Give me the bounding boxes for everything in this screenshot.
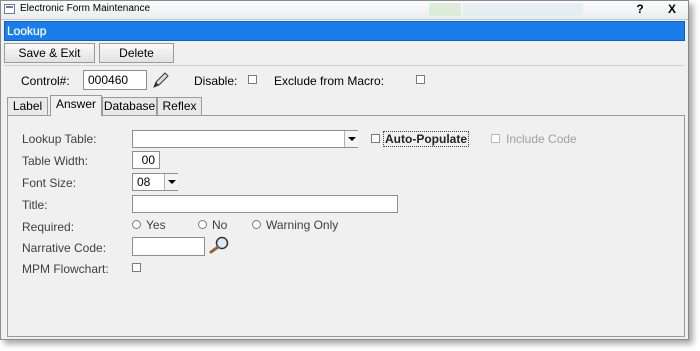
table-width-field[interactable]: 00 [132,151,160,169]
narrative-code-field[interactable] [132,237,205,256]
required-warning-radio[interactable] [252,220,261,229]
font-size-label: Font Size: [22,176,77,190]
table-width-label: Table Width: [22,154,89,168]
lookup-table-label: Lookup Table: [22,132,97,146]
chevron-down-icon [344,131,358,147]
required-label: Required: [22,220,75,234]
required-no-label: No [212,218,228,232]
mpm-flowchart-label: MPM Flowchart: [22,262,109,276]
exclude-from-macro-checkbox[interactable] [416,75,425,84]
app-icon [4,4,15,14]
tab-label[interactable]: Label [7,97,48,115]
auto-populate-checkbox[interactable] [371,134,380,143]
form-window: Electronic Form Maintenance ? X Lookup S… [0,0,689,340]
banner-text: Lookup [7,24,47,38]
answer-tab-panel [7,115,685,337]
mpm-flowchart-checkbox[interactable] [132,263,141,272]
disable-checkbox[interactable] [248,75,257,84]
tab-answer[interactable]: Answer [50,95,102,116]
delete-button[interactable]: Delete [99,43,174,63]
lookup-table-select[interactable] [132,130,358,148]
tab-database[interactable]: Database [102,97,157,115]
save-exit-button[interactable]: Save & Exit [4,43,95,63]
narrative-code-label: Narrative Code: [22,241,107,255]
pencil-icon[interactable] [151,72,171,90]
auto-populate-label[interactable]: Auto-Populate [383,131,469,147]
form-type-banner: Lookup [4,21,685,41]
disable-label: Disable: [194,74,238,88]
required-no-radio[interactable] [198,220,207,229]
required-yes-radio[interactable] [132,220,141,229]
title-bar-decoration [463,3,583,16]
title-label: Title: [22,198,48,212]
font-size-dropdown[interactable] [164,174,178,190]
magnifier-icon[interactable] [209,236,231,254]
toolbar-divider [4,65,685,66]
chevron-down-icon [164,174,178,190]
control-label: Control#: [21,74,70,88]
window-title: Electronic Form Maintenance [20,3,151,14]
required-warning-label: Warning Only [266,218,339,232]
exclude-from-macro-label: Exclude from Macro: [274,74,385,88]
tab-reflex[interactable]: Reflex [157,97,202,115]
lookup-table-dropdown[interactable] [344,131,358,147]
title-bar-decoration [429,3,461,16]
close-button[interactable]: X [661,2,683,17]
title-field[interactable] [132,195,398,213]
required-yes-label: Yes [146,218,166,232]
include-code-label: Include Code [506,132,577,146]
help-button[interactable]: ? [629,2,651,17]
include-code-checkbox [491,134,500,143]
control-number-field[interactable]: 000460 [83,70,147,90]
title-bar[interactable]: Electronic Form Maintenance ? X [1,1,688,20]
